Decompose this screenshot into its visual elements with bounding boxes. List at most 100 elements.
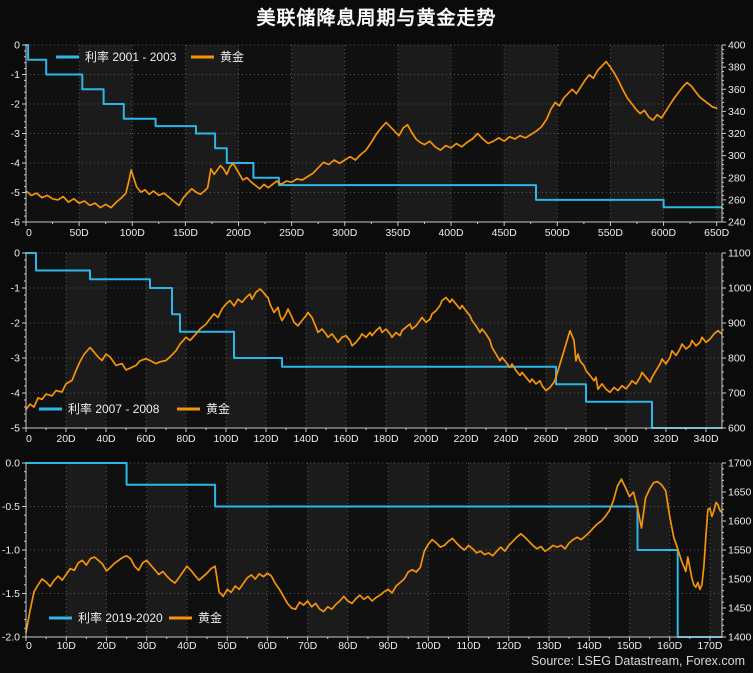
x-tick-label: 60D	[136, 433, 156, 445]
x-axis: 0 50D 100D 150D 200D 250D 300D 350D 400D 450D 500D…	[26, 222, 730, 239]
y-right-tick-label: 360	[728, 84, 746, 96]
x-tick-label: 20D	[97, 640, 117, 652]
x-tick-label: 120D	[496, 640, 522, 652]
x-tick-label: 500D	[545, 227, 571, 239]
x-tick-label: 170D	[697, 640, 723, 652]
x-tick-label: 40D	[177, 640, 197, 652]
y-left-tick-label: -1.5	[2, 588, 20, 600]
x-tick-label: 60D	[258, 640, 278, 652]
y-left-tick-label: -3	[11, 128, 20, 140]
legend-label-rate: 利率 2007 - 2008	[68, 401, 160, 416]
x-tick-label: 100D	[120, 227, 146, 239]
x-tick-label: 100D	[416, 640, 442, 652]
panel-2001-2003-chart: 0 -1 -2 -3 -4 -5 -6 400 380 360 340 320 300 280 260 240…	[0, 36, 753, 243]
y-right-tick-label: 900	[728, 318, 746, 330]
x-tick-label: 200D	[226, 227, 252, 239]
x-tick-label: 340D	[693, 433, 719, 445]
y-axis-right: 1700165016001550150014501400	[722, 458, 752, 644]
x-tick-label: 650D	[704, 227, 730, 239]
y-left-tick-label: -1.0	[2, 545, 20, 557]
source-credit: Source: LSEG Datastream, Forex.com	[0, 652, 753, 673]
y-left-tick-label: -1	[11, 283, 20, 295]
x-tick-label: 40D	[96, 433, 116, 445]
x-tick-label: 320D	[653, 433, 679, 445]
y-right-tick-label: 400	[728, 40, 746, 52]
x-tick-label: 240D	[493, 433, 519, 445]
y-right-tick-label: 280	[728, 172, 746, 184]
y-left-tick-label: -2	[11, 318, 20, 330]
y-right-tick-label: 1450	[728, 603, 752, 615]
x-tick-label: 140D	[577, 640, 603, 652]
x-tick-label: 260D	[533, 433, 559, 445]
x-tick-label: 20D	[56, 433, 76, 445]
x-tick-label: 300D	[613, 433, 639, 445]
x-tick-label: 150D	[173, 227, 199, 239]
y-right-tick-label: 260	[728, 194, 746, 206]
y-left-tick-label: -3	[11, 353, 20, 365]
y-left-tick-label: 0.0	[5, 458, 20, 470]
y-left-tick-label: -4	[11, 388, 20, 400]
x-tick-label: 50D	[69, 227, 89, 239]
y-left-tick-label: 0	[14, 248, 20, 260]
y-axis-left: 0 -1 -2 -3 -4 -5	[11, 248, 26, 435]
y-right-tick-label: 300	[728, 150, 746, 162]
x-tick-label: 70D	[298, 640, 318, 652]
x-tick-label: 350D	[385, 227, 411, 239]
y-right-tick-label: 1500	[728, 574, 752, 586]
y-right-tick-label: 1550	[728, 545, 752, 557]
x-tick-label: 0	[26, 433, 32, 445]
y-left-tick-label: -5	[11, 187, 20, 199]
x-tick-label: 450D	[492, 227, 518, 239]
y-right-tick-label: 340	[728, 106, 746, 118]
y-right-tick-label: 1700	[728, 458, 752, 470]
y-right-tick-label: 1400	[728, 632, 752, 644]
x-tick-label: 0	[26, 227, 32, 239]
y-right-tick-label: 600	[728, 423, 746, 435]
y-right-tick-label: 700	[728, 388, 746, 400]
y-right-tick-label: 1000	[728, 283, 752, 295]
x-tick-label: 550D	[598, 227, 624, 239]
x-tick-label: 80D	[176, 433, 196, 445]
y-axis-right: 400 380 360 340 320 300 280 260 240	[722, 40, 746, 229]
x-tick-label: 140D	[293, 433, 319, 445]
panel-2019-2020-chart: 0.0-0.5-1.0-1.5-2.0170016501600155015001…	[0, 453, 753, 652]
y-left-tick-label: -6	[11, 217, 20, 229]
y-left-tick-label: -5	[11, 423, 20, 435]
x-tick-label: 280D	[573, 433, 599, 445]
y-right-tick-label: 800	[728, 353, 746, 365]
y-left-tick-label: 0	[14, 40, 20, 52]
x-tick-label: 10D	[57, 640, 77, 652]
chart-page: 美联储降息周期与黄金走势 0 -1 -2 -3 -4 -5 -6 400 380 360 340 32…	[0, 0, 753, 673]
x-tick-label: 300D	[332, 227, 358, 239]
legend-label-gold: 黄金	[220, 49, 244, 64]
panel-2007-2008-chart: 0 -1 -2 -3 -4 -5 1100 1000 900 800 700 600 0 20D 40D 60…	[0, 243, 753, 453]
x-tick-label: 80D	[338, 640, 358, 652]
x-tick-label: 250D	[279, 227, 305, 239]
y-left-tick-label: -1	[11, 69, 20, 81]
y-left-tick-label: -2	[11, 99, 20, 111]
y-left-tick-label: -4	[11, 158, 20, 170]
x-tick-label: 0	[26, 640, 32, 652]
y-right-tick-label: 240	[728, 217, 746, 229]
x-axis: 010D20D30D40D50D60D70D80D90D100D110D120D…	[26, 637, 723, 652]
y-axis-left: 0.0-0.5-1.0-1.5-2.0	[2, 458, 26, 644]
x-tick-label: 100D	[213, 433, 239, 445]
legend-label-gold: 黄金	[198, 610, 222, 625]
x-axis: 020D40D60D80D100D120D140D160D180D200D220…	[26, 428, 719, 445]
x-tick-label: 160D	[333, 433, 359, 445]
x-tick-label: 30D	[137, 640, 157, 652]
x-tick-label: 220D	[453, 433, 479, 445]
x-tick-label: 160D	[657, 640, 683, 652]
y-axis-right: 1100 1000 900 800 700 600	[722, 248, 752, 435]
y-left-tick-label: -0.5	[2, 501, 20, 513]
y-right-tick-label: 1100	[728, 248, 751, 260]
x-tick-label: 180D	[373, 433, 399, 445]
x-tick-label: 400D	[438, 227, 464, 239]
x-tick-label: 150D	[617, 640, 643, 652]
y-axis-left: 0 -1 -2 -3 -4 -5 -6	[11, 40, 26, 229]
page-title: 美联储降息周期与黄金走势	[0, 0, 753, 36]
legend-label-gold: 黄金	[206, 401, 230, 416]
y-right-tick-label: 320	[728, 128, 746, 140]
x-tick-label: 110D	[456, 640, 481, 652]
y-right-tick-label: 380	[728, 62, 746, 74]
